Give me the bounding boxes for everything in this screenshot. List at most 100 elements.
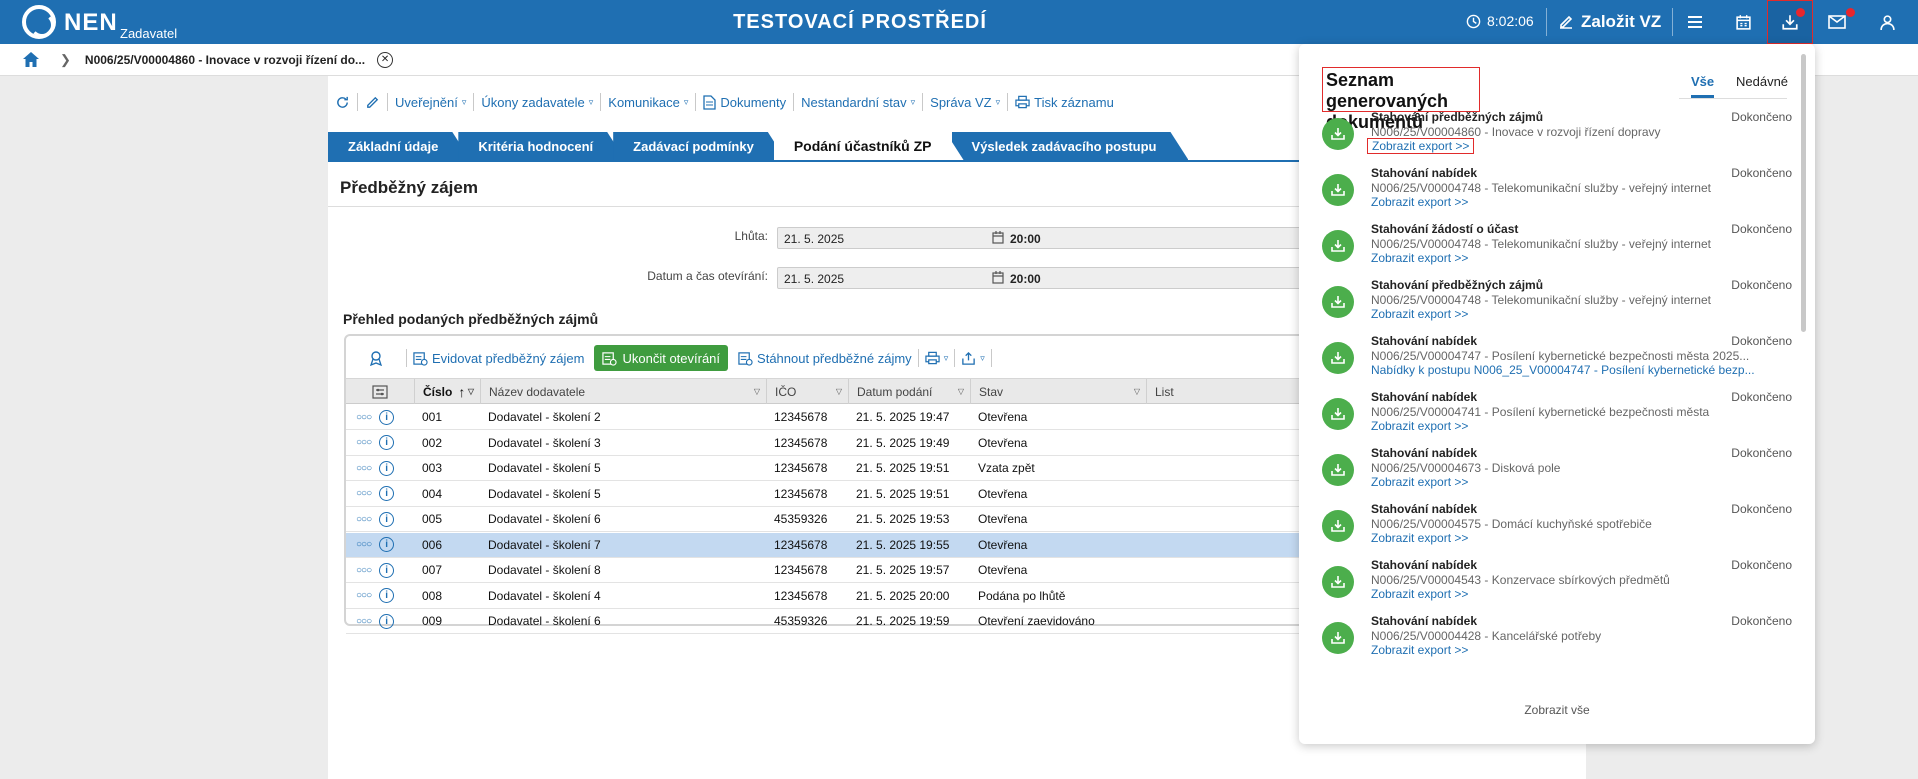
more-actions-icon[interactable]: ○○○	[356, 488, 372, 499]
print-menu-button[interactable]: ▿	[919, 349, 956, 367]
panel-title: Seznam generovaných dokumentů	[1322, 67, 1480, 132]
calendar-icon	[1735, 14, 1751, 30]
download-interests-button[interactable]: Stáhnout předběžné zájmy	[732, 349, 919, 367]
row-actions: ○○○ i	[348, 507, 395, 531]
more-actions-icon[interactable]: ○○○	[356, 539, 372, 550]
show-export-link[interactable]: Zobrazit export >>	[1371, 251, 1791, 265]
menu-nestandardni-stav[interactable]: Nestandardní stav ▿	[794, 93, 924, 111]
close-icon[interactable]: ✕	[377, 51, 394, 68]
filter-icon[interactable]: ▽	[468, 387, 474, 396]
more-actions-icon[interactable]: ○○○	[356, 616, 372, 627]
show-export-link[interactable]: Zobrazit export >>	[1371, 531, 1791, 545]
info-icon[interactable]: i	[379, 409, 395, 425]
info-icon[interactable]: i	[379, 613, 395, 629]
settings-icon	[372, 384, 388, 399]
export-menu-button[interactable]: ▿	[955, 349, 992, 367]
tab-zakladni-udaje[interactable]: Základní údaje	[328, 132, 470, 160]
menu-button[interactable]	[1672, 0, 1718, 44]
more-actions-icon[interactable]: ○○○	[356, 437, 372, 448]
document-description: N006/25/V00004741 - Posílení kybernetick…	[1371, 405, 1710, 419]
menu-sprava-vz[interactable]: Správa VZ ▿	[923, 93, 1009, 111]
overview-title: Přehled podaných předběžných zájmů	[343, 311, 599, 327]
show-export-link[interactable]: Zobrazit export >>	[1367, 138, 1475, 154]
column-settings-button[interactable]	[346, 379, 414, 404]
user-button[interactable]	[1864, 0, 1910, 44]
info-icon[interactable]: i	[379, 562, 395, 578]
more-actions-icon[interactable]: ○○○	[356, 412, 372, 423]
filter-icon[interactable]: ▽	[754, 387, 760, 396]
refresh-button[interactable]	[328, 93, 358, 111]
show-export-link[interactable]: Zobrazit export >>	[1371, 307, 1791, 321]
list-item: Stahování předběžných zájmů Dokončeno N006…	[1322, 110, 1792, 166]
cell-name: Dodavatel - školení 2	[488, 410, 601, 424]
calendar-button[interactable]	[1720, 0, 1766, 44]
show-export-link[interactable]: Nabídky k postupu N006_25_V00004747 - Po…	[1371, 363, 1791, 377]
edit-button[interactable]	[358, 93, 388, 111]
download-icon	[1322, 622, 1354, 654]
filter-icon[interactable]: ▽	[836, 387, 842, 396]
messages-button[interactable]	[1814, 0, 1860, 44]
finish-opening-button[interactable]: Ukončit otevírání	[594, 345, 729, 371]
more-actions-icon[interactable]: ○○○	[356, 514, 372, 525]
register-interest-button[interactable]: Evidovat předběžný zájem	[407, 349, 590, 367]
new-vz-button[interactable]: Založit VZ	[1558, 12, 1661, 32]
tab-vysledek-zadavaciho-postupu[interactable]: Výsledek zadávacího postupu	[952, 132, 1189, 160]
more-actions-icon[interactable]: ○○○	[356, 565, 372, 576]
menu-tisk-zaznamu[interactable]: Tisk záznamu	[1008, 93, 1121, 111]
document-description: N006/25/V00004748 - Telekomunikační služ…	[1371, 293, 1711, 307]
column-label: Název dodavatele	[489, 384, 586, 399]
document-status: Dokončeno	[1731, 278, 1792, 292]
cell-num: 006	[422, 537, 443, 552]
info-icon[interactable]: i	[379, 460, 395, 476]
notification-dot	[1846, 8, 1855, 17]
document-status: Dokončeno	[1731, 166, 1792, 180]
column-header-datum[interactable]: Datum podání ▽	[848, 379, 970, 404]
award-button[interactable]	[346, 349, 407, 367]
info-icon[interactable]: i	[379, 435, 395, 450]
menu-uverejneni[interactable]: Uveřejnění ▿	[388, 93, 475, 111]
tab-podani-ucastniku[interactable]: Podání účastníků ZP	[774, 132, 964, 160]
show-all-link[interactable]: Zobrazit vše	[1299, 703, 1815, 717]
row-actions: ○○○ i	[348, 609, 395, 633]
tab-kriteria-hodnoceni[interactable]: Kritéria hodnocení	[458, 132, 625, 160]
tab-all[interactable]: Vše	[1691, 74, 1715, 98]
breadcrumb-current[interactable]: N006/25/V00004860 - Inovace v rozvoji ří…	[85, 53, 365, 67]
info-icon[interactable]: i	[379, 588, 395, 603]
info-icon[interactable]: i	[379, 537, 395, 552]
column-header-nazev[interactable]: Název dodavatele ▽	[480, 379, 766, 404]
show-export-link[interactable]: Zobrazit export >>	[1371, 419, 1791, 433]
more-actions-icon[interactable]: ○○○	[356, 590, 372, 601]
home-button[interactable]	[20, 49, 42, 71]
opening-label: Datum a čas otevírání:	[647, 269, 768, 283]
cell-date: 21. 5. 2025 19:49	[856, 435, 950, 450]
calendar-icon[interactable]	[992, 231, 1004, 247]
row-actions: ○○○ i	[348, 456, 395, 480]
downloads-button[interactable]	[1767, 0, 1813, 44]
column-header-ico[interactable]: IČO ▽	[766, 379, 848, 404]
info-icon[interactable]: i	[379, 486, 395, 501]
column-header-cislo[interactable]: Číslo ↑ ▽	[414, 379, 480, 404]
panel-scrollbar[interactable]	[1801, 54, 1806, 332]
edit-icon	[367, 96, 379, 108]
show-export-link[interactable]: Zobrazit export >>	[1371, 587, 1791, 601]
menu-label: Dokumenty	[720, 94, 787, 110]
column-header-stav[interactable]: Stav ▽	[970, 379, 1146, 404]
menu-dokumenty[interactable]: Dokumenty	[696, 93, 795, 111]
show-export-link[interactable]: Zobrazit export >>	[1371, 195, 1791, 209]
cell-ico: 12345678	[774, 435, 828, 450]
menu-komunikace[interactable]: Komunikace ▿	[601, 93, 697, 111]
show-export-link[interactable]: Zobrazit export >>	[1371, 643, 1791, 657]
menu-label: Správa VZ	[930, 94, 992, 110]
menu-ukony-zadavatele[interactable]: Úkony zadavatele ▿	[474, 93, 602, 111]
column-label: Stav	[979, 384, 1004, 399]
filter-icon[interactable]: ▽	[1134, 387, 1140, 396]
filter-icon[interactable]: ▽	[958, 387, 964, 396]
calendar-icon[interactable]	[992, 271, 1004, 287]
info-icon[interactable]: i	[379, 511, 395, 527]
chevron-right-icon: ❯	[60, 51, 71, 67]
document-title: Stahování nabídek	[1371, 446, 1478, 460]
more-actions-icon[interactable]: ○○○	[356, 463, 372, 474]
tab-zadavaci-podminky[interactable]: Zadávací podmínky	[613, 132, 786, 160]
show-export-link[interactable]: Zobrazit export >>	[1371, 475, 1791, 489]
tab-recent[interactable]: Nedávné	[1736, 74, 1788, 96]
